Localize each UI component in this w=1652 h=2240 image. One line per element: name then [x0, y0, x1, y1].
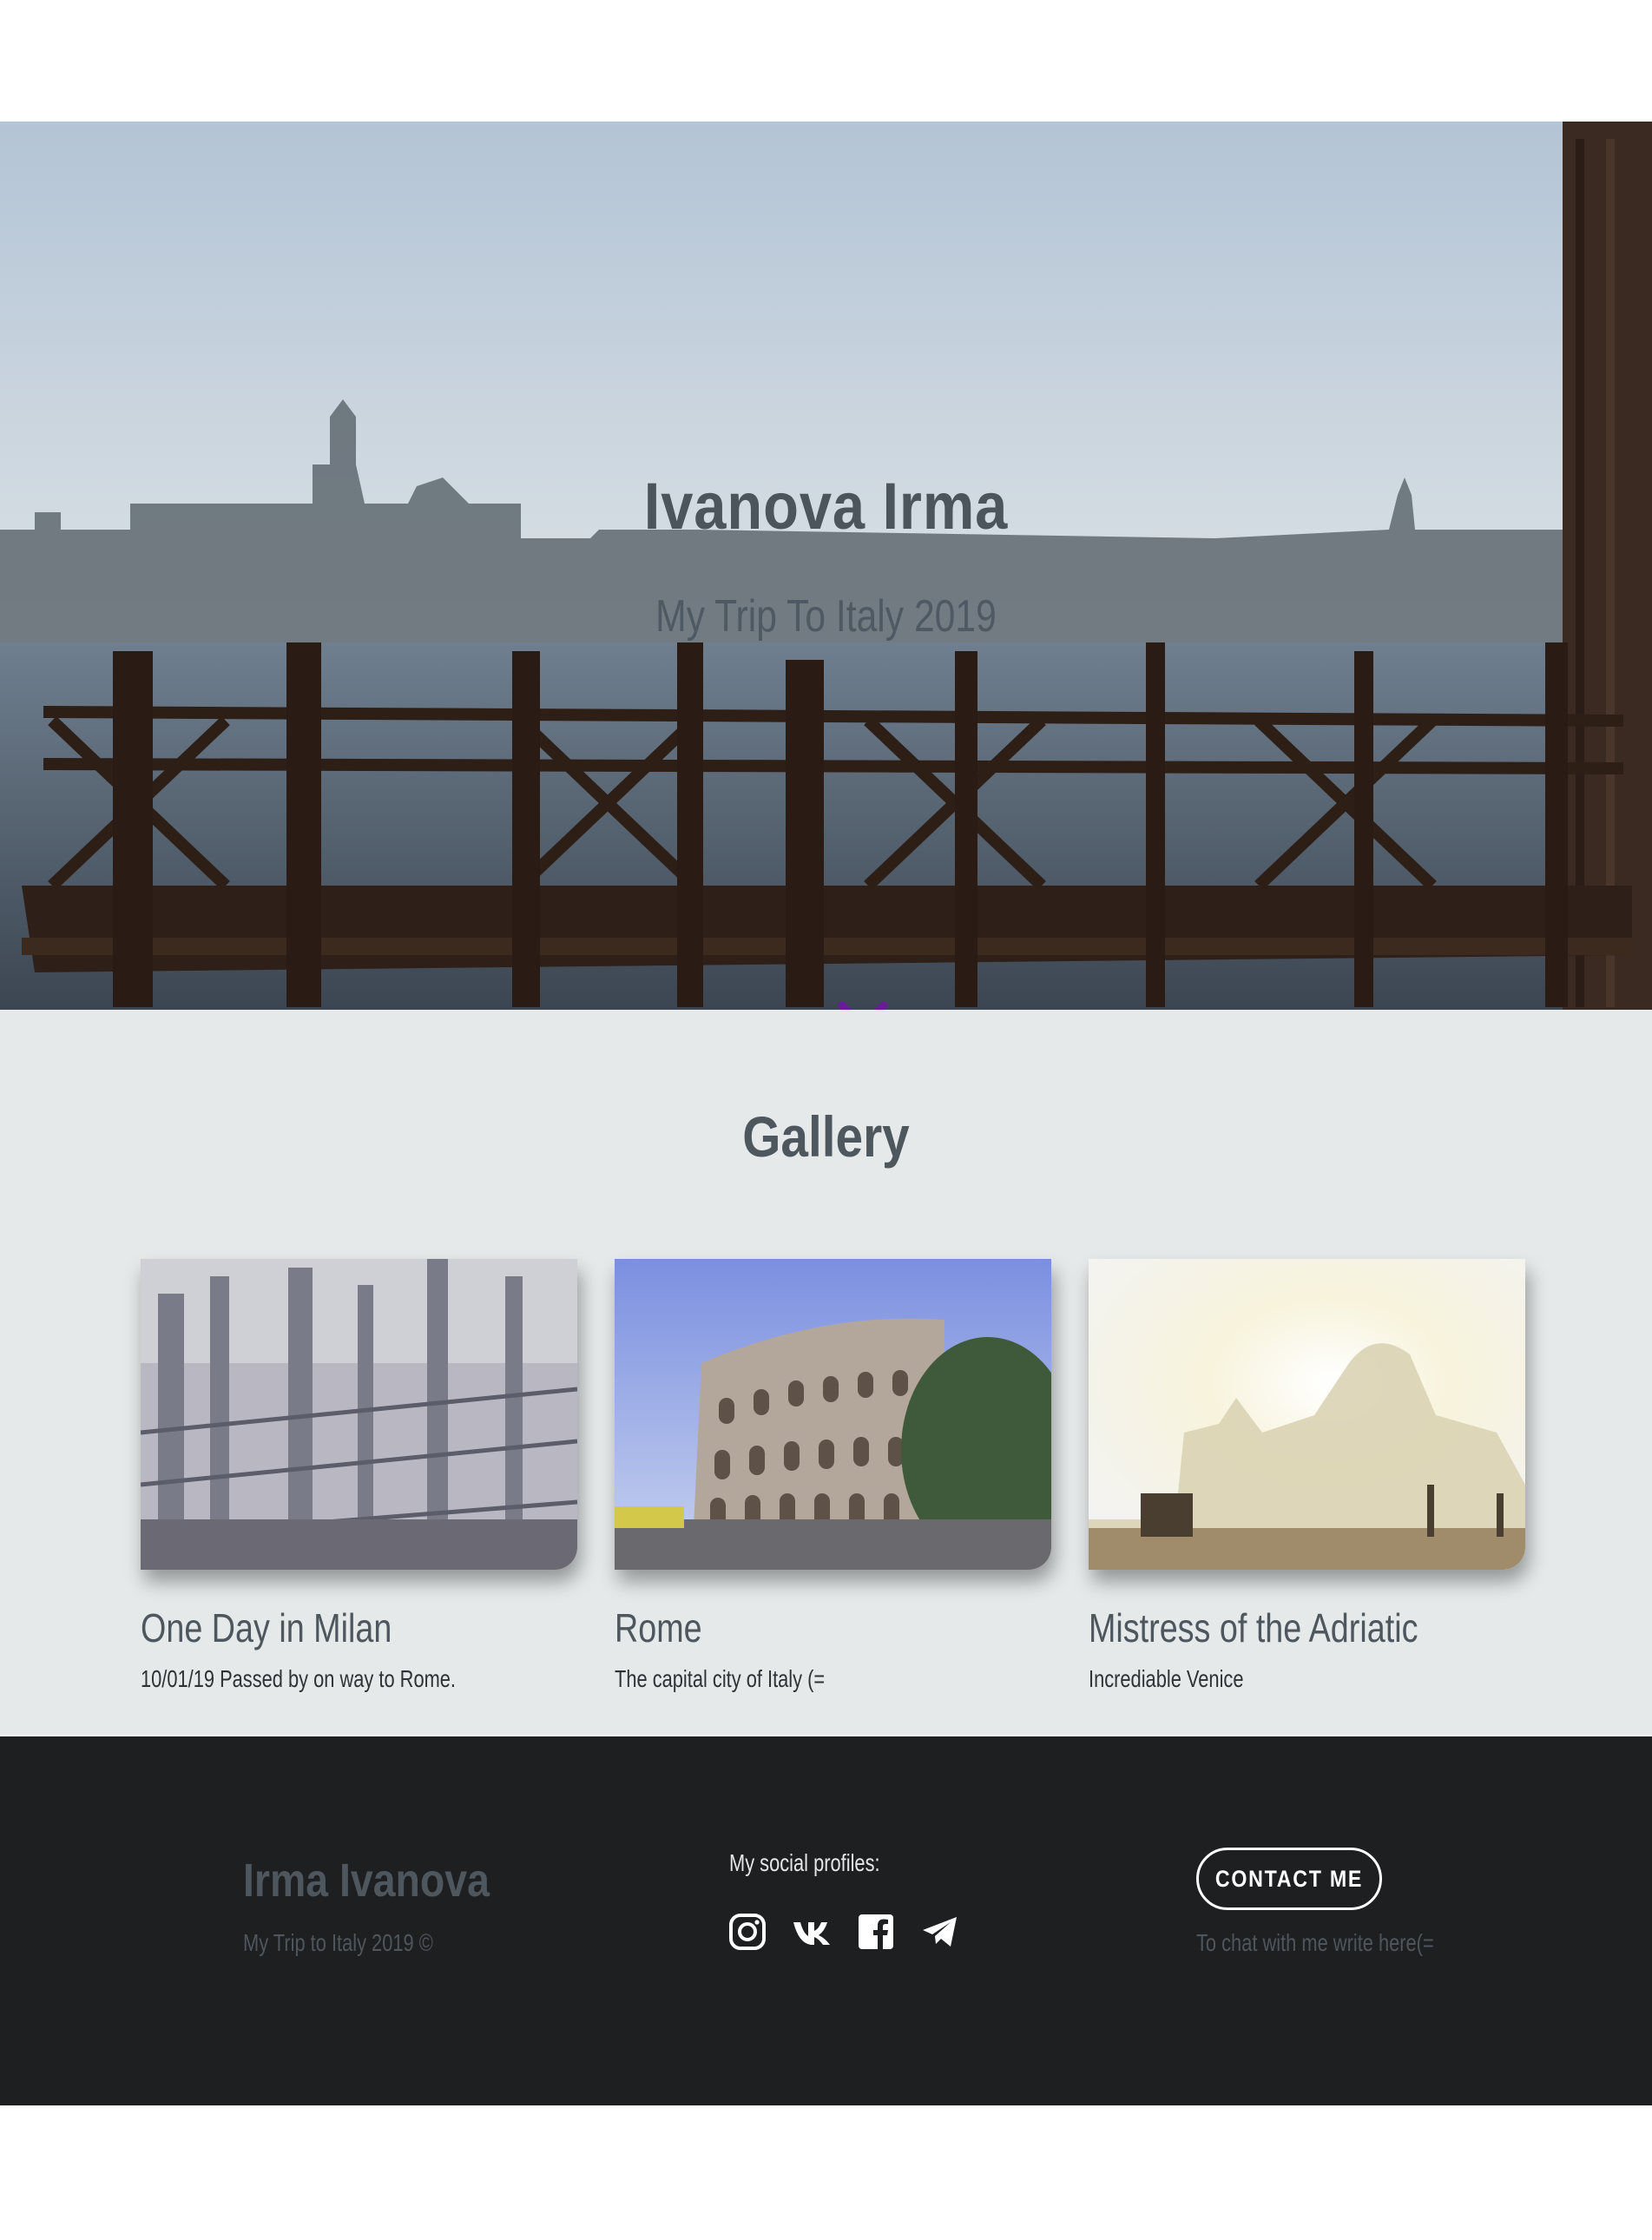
card-description: 10/01/19 Passed by on way to Rome. [141, 1665, 457, 1692]
social-icons [727, 1912, 960, 1952]
vk-icon[interactable] [792, 1912, 832, 1952]
footer: Irma Ivanova My Trip to Italy 2019 © My … [0, 1736, 1652, 2105]
contact-note: To chat with me write here(= [1196, 1929, 1434, 1956]
chevron-down-icon [838, 1001, 888, 1010]
hero-title: Ivanova Irma [643, 470, 1009, 544]
milan-cathedral-rooftop-photo[interactable] [141, 1259, 577, 1570]
hero-background-photo [0, 122, 1652, 1010]
venice-basilica-photo[interactable] [1089, 1259, 1525, 1570]
card-title: Rome [615, 1605, 702, 1650]
scroll-down-button[interactable] [837, 998, 889, 1010]
telegram-icon[interactable] [920, 1912, 960, 1952]
gallery-section: Gallery One Day in Milan 10/01/19 Passed… [0, 1010, 1652, 1735]
contact-me-label: CONTACT ME [1214, 1865, 1364, 1892]
gallery-card-rome[interactable]: Rome The capital city of Italy (= [615, 1259, 1051, 1693]
instagram-icon[interactable] [727, 1912, 767, 1952]
card-description: Incrediable Venice [1089, 1665, 1244, 1692]
footer-copyright: My Trip to Italy 2019 © [243, 1929, 433, 1956]
gallery-card-milan[interactable]: One Day in Milan 10/01/19 Passed by on w… [141, 1259, 577, 1693]
card-description: The capital city of Italy (= [615, 1665, 826, 1692]
gallery-title: Gallery [742, 1104, 910, 1169]
card-title: One Day in Milan [141, 1605, 392, 1650]
facebook-icon[interactable] [856, 1912, 896, 1952]
gallery-card-venice[interactable]: Mistress of the Adriatic Incrediable Ven… [1089, 1259, 1525, 1693]
contact-me-button[interactable]: CONTACT ME [1196, 1848, 1382, 1910]
footer-name: Irma Ivanova [243, 1855, 490, 1907]
hero-subtitle: My Trip To Italy 2019 [655, 591, 997, 642]
colosseum-photo[interactable] [615, 1259, 1051, 1570]
hero-section: Ivanova Irma My Trip To Italy 2019 [0, 122, 1652, 1010]
card-title: Mistress of the Adriatic [1089, 1605, 1418, 1650]
social-profiles-label: My social profiles: [729, 1849, 880, 1876]
